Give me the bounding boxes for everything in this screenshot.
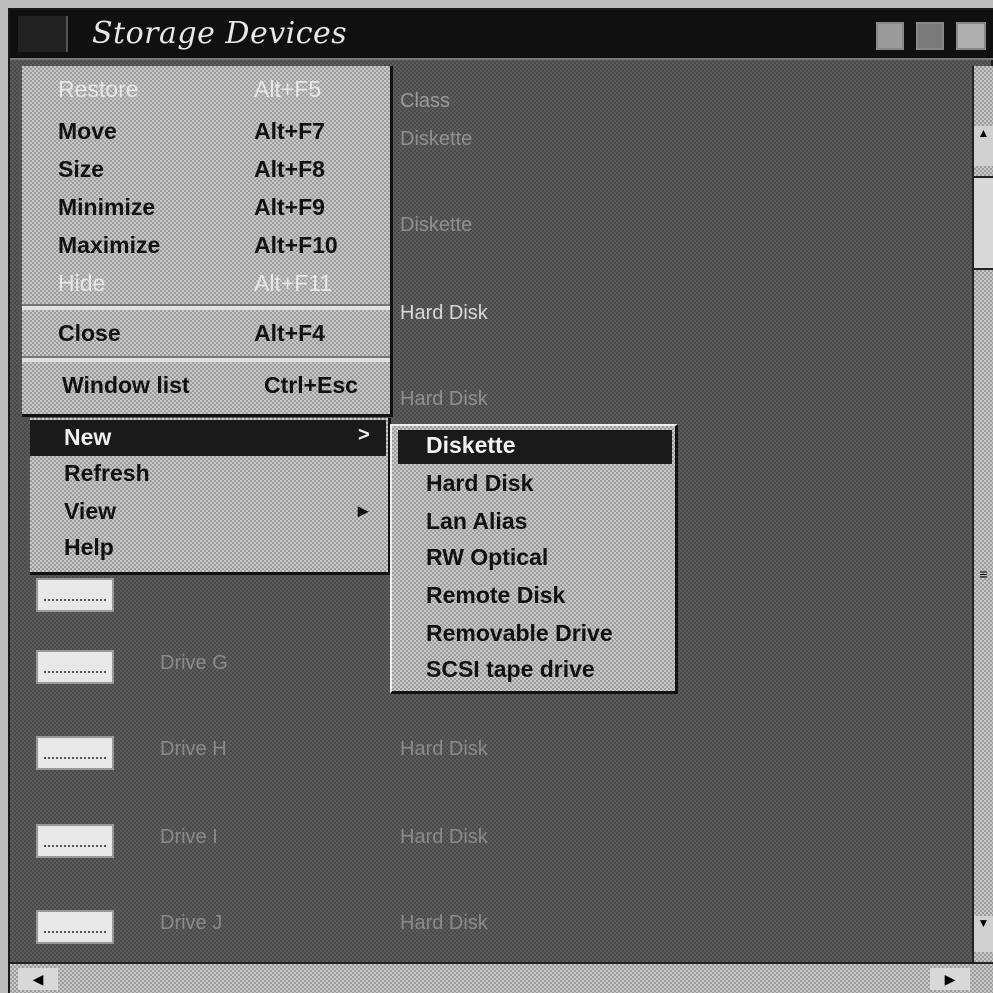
column-header-class[interactable]: Class xyxy=(400,90,450,113)
new-submenu: Diskette Hard Disk Lan Alias RW Optical … xyxy=(390,424,678,694)
menu-accelerator: Alt+F5 xyxy=(254,76,322,102)
menu-accelerator: Alt+F9 xyxy=(254,194,325,220)
menu-label: Hide xyxy=(58,270,106,296)
restore-button[interactable] xyxy=(956,22,986,50)
drive-name: Drive J xyxy=(160,912,223,934)
menu-item-hide[interactable]: Hide Alt+F11 xyxy=(22,262,390,306)
menu-label: New xyxy=(64,424,112,450)
menu-label: Help xyxy=(64,534,114,560)
menu-label: RW Optical xyxy=(426,544,549,570)
menu-label: Size xyxy=(58,156,105,182)
submenu-item-rw-optical[interactable]: RW Optical xyxy=(398,542,672,576)
menu-label: Maximize xyxy=(58,232,161,258)
menu-label: Close xyxy=(58,320,121,346)
menu-label: Move xyxy=(58,118,117,144)
scroll-left-icon[interactable]: ◀ xyxy=(18,968,58,990)
menu-separator xyxy=(22,304,390,310)
submenu-item-removable-drive[interactable]: Removable Drive xyxy=(398,618,672,652)
list-item[interactable]: Drive J Hard Disk xyxy=(30,896,630,956)
menu-item-help[interactable]: Help xyxy=(30,530,386,566)
drive-class: Hard Disk xyxy=(400,826,488,848)
chevron-right-icon: > xyxy=(358,424,370,446)
menu-label: Refresh xyxy=(64,460,150,486)
class-cell: Hard Disk xyxy=(400,302,488,324)
menu-item-restore[interactable]: Restore Alt+F5 xyxy=(22,68,390,112)
menu-label: Minimize xyxy=(58,194,156,220)
drive-name: Drive H xyxy=(160,738,227,760)
hard-drive-icon[interactable] xyxy=(36,910,114,944)
title-bar[interactable]: Storage Devices xyxy=(10,10,993,60)
grip-icon: ≡ xyxy=(979,566,988,582)
menu-item-new[interactable]: New > xyxy=(30,420,386,456)
submenu-item-remote-disk[interactable]: Remote Disk xyxy=(398,580,672,614)
drive-class: Hard Disk xyxy=(400,912,488,934)
drive-name: Drive I xyxy=(160,826,218,848)
submenu-item-lan-alias[interactable]: Lan Alias xyxy=(398,506,672,540)
class-cell: Hard Disk xyxy=(400,388,488,410)
scroll-thumb[interactable] xyxy=(974,176,993,270)
hard-drive-icon[interactable] xyxy=(36,736,114,770)
minimize-button[interactable] xyxy=(876,22,904,50)
class-cell: Diskette xyxy=(400,128,473,150)
menu-item-window-list[interactable]: Window list Ctrl+Esc xyxy=(22,364,390,408)
menu-item-view[interactable]: View ▸ xyxy=(30,494,386,530)
menu-label: Lan Alias xyxy=(426,508,528,534)
menu-label: Diskette xyxy=(426,432,516,458)
menu-label: Removable Drive xyxy=(426,620,613,646)
menu-item-refresh[interactable]: Refresh xyxy=(30,456,386,492)
system-menu-icon[interactable] xyxy=(18,16,68,52)
menu-accelerator: Alt+F7 xyxy=(254,118,325,144)
scroll-down-icon[interactable]: ▼ xyxy=(974,916,993,952)
menu-item-close[interactable]: Close Alt+F4 xyxy=(22,312,390,356)
menu-separator xyxy=(22,356,390,362)
vertical-scrollbar[interactable]: ▲ ≡ ▼ xyxy=(972,66,993,962)
submenu-item-hard-disk[interactable]: Hard Disk xyxy=(398,468,672,502)
list-item[interactable]: Drive H Hard Disk xyxy=(30,722,630,782)
menu-label: View xyxy=(64,498,116,524)
context-menu: New > Refresh View ▸ Help xyxy=(30,418,391,575)
menu-accelerator: Alt+F11 xyxy=(254,270,333,296)
menu-label: SCSI tape drive xyxy=(426,656,595,682)
hard-drive-icon[interactable] xyxy=(36,650,114,684)
menu-label: Window list xyxy=(62,372,190,398)
drive-name: Drive G xyxy=(160,652,228,674)
window-title: Storage Devices xyxy=(92,16,348,51)
system-menu: Restore Alt+F5 Move Alt+F7 Size Alt+F8 M… xyxy=(22,66,393,417)
triangle-right-icon: ▸ xyxy=(358,500,369,522)
menu-label: Remote Disk xyxy=(426,582,566,608)
menu-accelerator: Alt+F10 xyxy=(254,232,338,258)
horizontal-scrollbar[interactable]: ◀ ▶ xyxy=(10,962,993,993)
storage-devices-window: Storage Devices Class Diskette Diskette … xyxy=(8,8,993,993)
submenu-item-diskette[interactable]: Diskette xyxy=(398,430,672,464)
submenu-item-scsi-tape-drive[interactable]: SCSI tape drive xyxy=(398,654,672,688)
menu-accelerator: Ctrl+Esc xyxy=(264,372,358,398)
maximize-button[interactable] xyxy=(916,22,944,50)
hard-drive-icon[interactable] xyxy=(36,824,114,858)
list-item[interactable]: Drive I Hard Disk xyxy=(30,810,630,870)
menu-accelerator: Alt+F8 xyxy=(254,156,325,182)
scroll-right-icon[interactable]: ▶ xyxy=(930,968,970,990)
class-cell: Diskette xyxy=(400,214,473,236)
menu-accelerator: Alt+F4 xyxy=(254,320,325,346)
menu-label: Restore xyxy=(58,76,139,102)
drive-class: Hard Disk xyxy=(400,738,488,760)
hard-drive-icon[interactable] xyxy=(36,578,114,612)
scroll-up-icon[interactable]: ▲ xyxy=(974,126,993,166)
menu-label: Hard Disk xyxy=(426,470,534,496)
